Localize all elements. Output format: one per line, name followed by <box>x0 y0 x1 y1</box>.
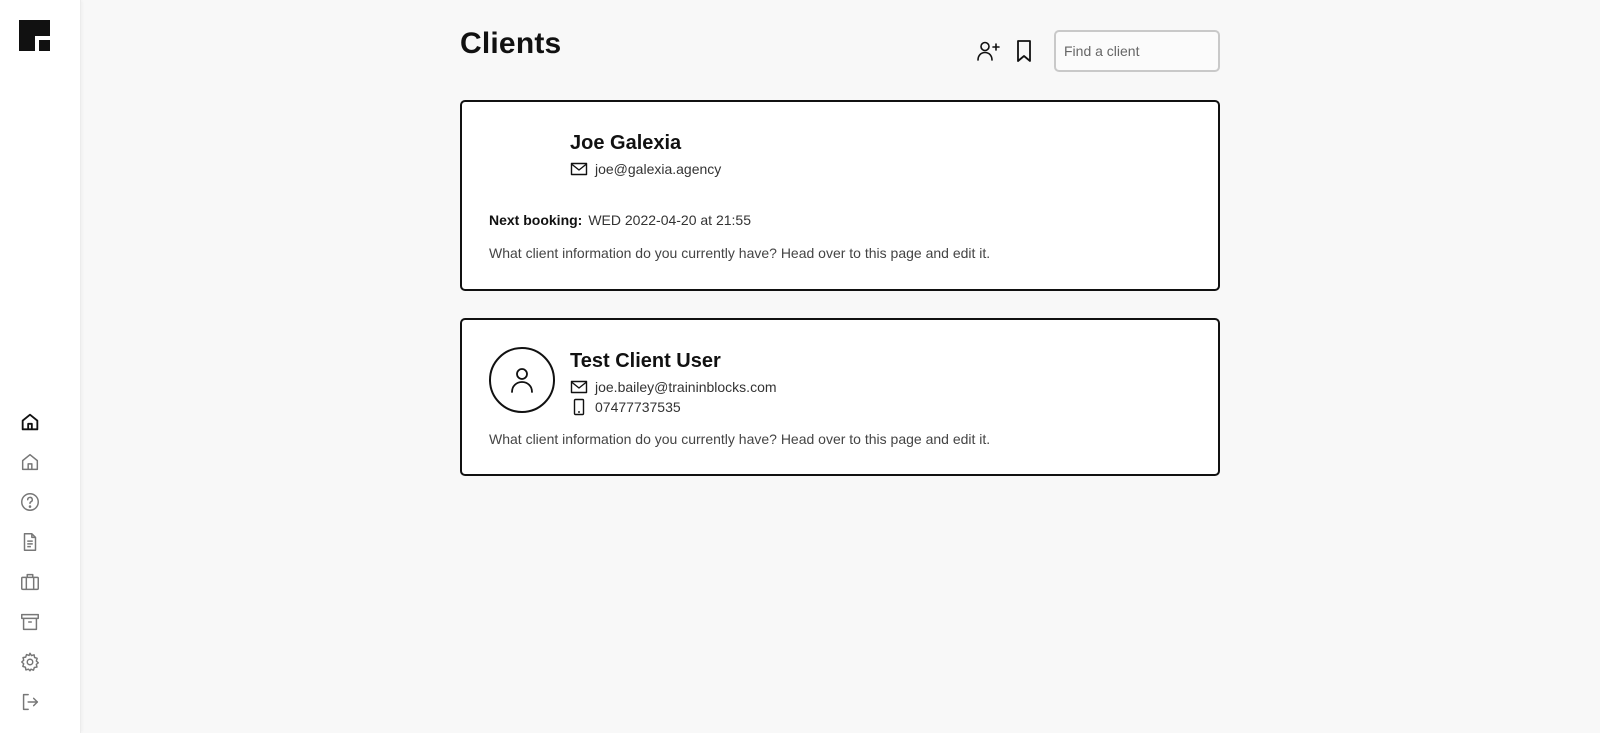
client-card[interactable]: Joe Galexia joe@galexia.agency Next book… <box>460 100 1220 291</box>
archive-icon <box>21 613 39 631</box>
home-outline-icon <box>21 453 39 471</box>
phone-icon <box>573 398 585 416</box>
gear-icon <box>21 652 39 672</box>
next-booking: Next booking: WED 2022-04-20 at 21:55 <box>489 212 751 228</box>
client-header: Test Client User joe.bailey@traininblock… <box>570 350 777 417</box>
briefcase-icon <box>21 573 39 591</box>
client-email: joe@galexia.agency <box>595 161 722 177</box>
home-icon <box>21 413 39 431</box>
client-phone: 07477737535 <box>595 399 681 415</box>
mail-icon <box>570 162 588 176</box>
next-booking-value: WED 2022-04-20 at 21:55 <box>588 212 751 228</box>
sidebar <box>0 0 81 733</box>
bookmark-button[interactable] <box>1010 37 1038 65</box>
client-email-row: joe@galexia.agency <box>570 159 721 179</box>
sidebar-item-settings[interactable] <box>0 642 80 682</box>
sidebar-item-home[interactable] <box>0 442 80 482</box>
client-info-text: What client information do you currently… <box>489 431 991 447</box>
bookmark-icon <box>1017 40 1031 62</box>
next-booking-label: Next booking: <box>489 212 583 228</box>
client-name: Test Client User <box>570 350 721 372</box>
client-email-row: joe.bailey@traininblocks.com <box>570 377 777 397</box>
user-icon <box>511 368 533 393</box>
client-name: Joe Galexia <box>570 132 682 154</box>
brand-logo-icon[interactable] <box>19 20 50 51</box>
client-phone-row: 07477737535 <box>570 397 777 417</box>
avatar <box>489 347 555 413</box>
sidebar-item-help[interactable] <box>0 482 80 522</box>
sidebar-item-archive[interactable] <box>0 602 80 642</box>
sidebar-item-documents[interactable] <box>0 522 80 562</box>
client-email: joe.bailey@traininblocks.com <box>595 379 777 395</box>
document-icon <box>23 533 37 551</box>
logout-icon <box>22 693 39 711</box>
search-input[interactable] <box>1054 30 1220 72</box>
sidebar-item-home-active[interactable] <box>0 402 80 442</box>
sidebar-nav <box>0 402 80 722</box>
client-header: Joe Galexia joe@galexia.agency <box>570 132 721 179</box>
help-circle-icon <box>21 493 39 511</box>
sidebar-item-clients[interactable] <box>0 562 80 602</box>
client-card[interactable]: Test Client User joe.bailey@traininblock… <box>460 318 1220 476</box>
add-client-button[interactable] <box>974 37 1002 65</box>
mail-icon <box>570 380 588 394</box>
page-title: Clients <box>460 27 562 60</box>
add-user-icon <box>977 41 1000 61</box>
client-info-text: What client information do you currently… <box>489 245 991 261</box>
toolbar <box>974 30 1220 72</box>
sidebar-item-logout[interactable] <box>0 682 80 722</box>
